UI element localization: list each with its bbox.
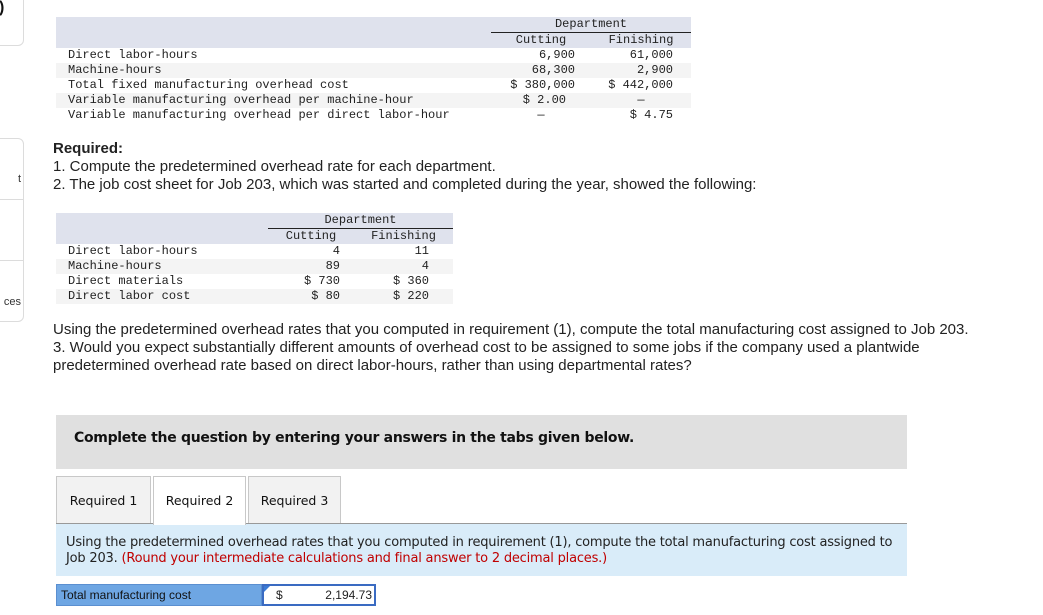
instruction-text: Complete the question by entering your a…	[74, 430, 634, 446]
row-label: Variable manufacturing overhead per mach…	[56, 93, 491, 108]
answer-value[interactable]: 2,194.73	[325, 586, 372, 604]
department-data-table: Department Cutting Finishing Direct labo…	[56, 17, 691, 123]
table-row: Variable manufacturing overhead per mach…	[56, 93, 691, 108]
table-row: Machine-hours 68,300 2,900	[56, 63, 691, 78]
row-label: Variable manufacturing overhead per dire…	[56, 108, 491, 123]
cutting-value: $ 730	[268, 274, 354, 289]
job-cost-table: Department Cutting Finishing Direct labo…	[56, 213, 453, 304]
finishing-value: —	[591, 93, 691, 108]
currency-symbol: $	[276, 588, 283, 602]
cutting-value: 4	[268, 244, 354, 259]
cutting-value: $ 2.00	[491, 93, 591, 108]
finishing-value: 4	[354, 259, 453, 274]
row-label: Direct labor cost	[56, 289, 268, 304]
side-nav: t ces	[0, 138, 24, 322]
row-label: Direct labor-hours	[56, 244, 268, 259]
cutting-value: —	[491, 108, 591, 123]
row-label: Machine-hours	[56, 63, 491, 78]
instruction-box: Complete the question by entering your a…	[56, 415, 907, 469]
table-row: Direct materials $ 730 $ 360	[56, 274, 453, 289]
cutting-value: 89	[268, 259, 354, 274]
finishing-value: $ 4.75	[591, 108, 691, 123]
side-glyph: )	[0, 0, 4, 17]
finishing-value: $ 442,000	[591, 78, 691, 93]
side-card-top[interactable]: )	[0, 0, 24, 46]
column-header-finishing: Finishing	[354, 229, 453, 244]
column-header-cutting: Cutting	[491, 33, 591, 48]
required-item-1: 1. Compute the predetermined overhead ra…	[53, 158, 496, 175]
row-label: Direct materials	[56, 274, 268, 289]
cutting-value: 6,900	[491, 48, 591, 63]
table-row: Variable manufacturing overhead per dire…	[56, 108, 691, 123]
table-row: Total fixed manufacturing overhead cost …	[56, 78, 691, 93]
side-nav-item[interactable]: ces	[0, 261, 23, 322]
finishing-value: 11	[354, 244, 453, 259]
tab-required-3[interactable]: Required 3	[248, 476, 341, 523]
column-header-cutting: Cutting	[268, 229, 354, 244]
row-label: Direct labor-hours	[56, 48, 491, 63]
table-row: Machine-hours 89 4	[56, 259, 453, 274]
requirement-3-text: 3. Would you expect substantially differ…	[53, 339, 920, 374]
tab-required-2[interactable]: Required 2	[153, 476, 246, 525]
table-row: Direct labor cost $ 80 $ 220	[56, 289, 453, 304]
finishing-value: $ 360	[354, 274, 453, 289]
total-manufacturing-cost-label: Total manufacturing cost	[56, 584, 262, 606]
cutting-value: 68,300	[491, 63, 591, 78]
input-flag-icon	[264, 586, 270, 592]
finishing-value: $ 220	[354, 289, 453, 304]
cutting-value: $ 80	[268, 289, 354, 304]
cutting-value: $ 380,000	[491, 78, 591, 93]
column-header-finishing: Finishing	[591, 33, 691, 48]
required-item-2: 2. The job cost sheet for Job 203, which…	[53, 176, 757, 193]
finishing-value: 61,000	[591, 48, 691, 63]
department-header: Department	[268, 213, 453, 229]
side-nav-item[interactable]	[0, 200, 23, 261]
required-heading: Required:	[53, 140, 124, 157]
table-row: Direct labor-hours 6,900 61,000	[56, 48, 691, 63]
table-row: Direct labor-hours 4 11	[56, 244, 453, 259]
required-section: Required: 1. Compute the predetermined o…	[53, 140, 756, 194]
department-header: Department	[491, 17, 691, 33]
answer-instructions: Using the predetermined overhead rates t…	[56, 524, 907, 576]
rounding-note: (Round your intermediate calculations an…	[121, 551, 607, 566]
question-text: Using the predetermined overhead rates t…	[53, 321, 993, 375]
row-label: Total fixed manufacturing overhead cost	[56, 78, 491, 93]
tab-required-1[interactable]: Required 1	[56, 476, 151, 523]
finishing-value: 2,900	[591, 63, 691, 78]
requirement-2-text: Using the predetermined overhead rates t…	[53, 321, 969, 338]
row-label: Machine-hours	[56, 259, 268, 274]
total-manufacturing-cost-input[interactable]: $ 2,194.73	[262, 584, 376, 606]
side-nav-item[interactable]: t	[0, 139, 23, 200]
